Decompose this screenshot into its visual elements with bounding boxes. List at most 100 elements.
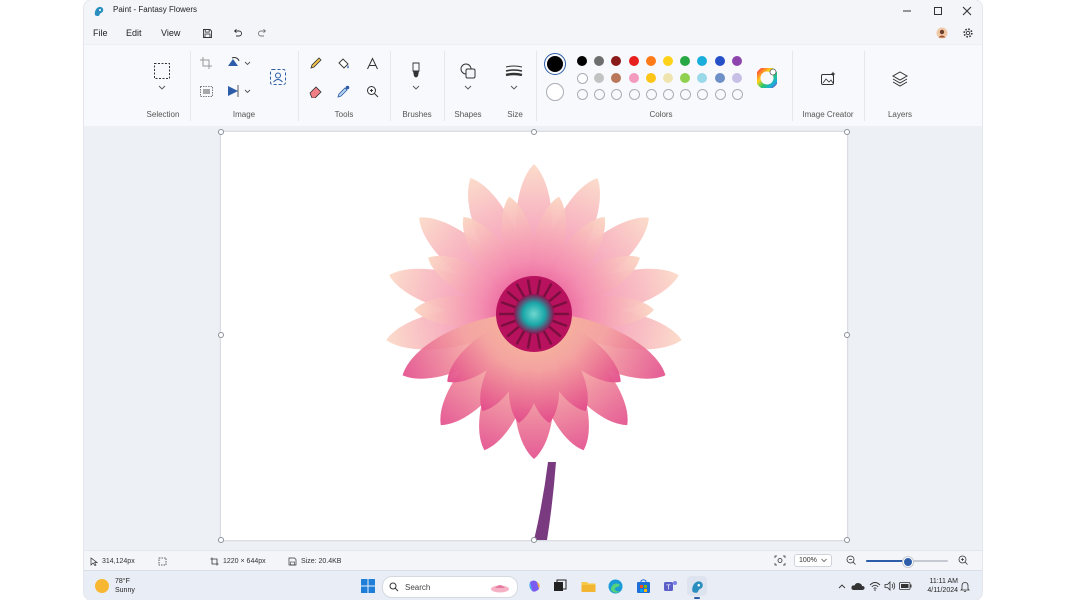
menu-edit[interactable]: Edit: [126, 28, 142, 38]
edge-button[interactable]: [605, 576, 625, 596]
onedrive-button[interactable]: [850, 576, 866, 596]
remove-background-button[interactable]: [268, 67, 288, 87]
custom-color-slot[interactable]: [577, 89, 588, 100]
maximize-button[interactable]: [923, 0, 953, 22]
crop-button[interactable]: [198, 55, 214, 71]
color-swatch[interactable]: [731, 56, 742, 66]
settings-button[interactable]: [960, 26, 976, 40]
color-swatch[interactable]: [645, 56, 656, 66]
custom-color-slot[interactable]: [663, 89, 674, 100]
battery-button[interactable]: [898, 576, 912, 596]
color-swatch[interactable]: [697, 56, 708, 66]
file-explorer-button[interactable]: [578, 576, 598, 596]
fill-tool[interactable]: [335, 55, 351, 71]
pencil-tool[interactable]: [307, 55, 323, 71]
selection-dropdown[interactable]: [156, 83, 168, 93]
zoom-in-button[interactable]: [958, 555, 968, 565]
menu-file[interactable]: File: [93, 28, 108, 38]
color-swatch[interactable]: [628, 56, 639, 66]
resize-handle[interactable]: [218, 332, 224, 338]
resize-handle[interactable]: [218, 537, 224, 543]
color-swatch[interactable]: [731, 73, 742, 83]
size-button[interactable]: [504, 61, 524, 81]
color-swatch[interactable]: [577, 73, 588, 84]
custom-color-slot[interactable]: [611, 89, 623, 100]
save-button[interactable]: [199, 26, 215, 40]
eraser-tool[interactable]: [307, 83, 323, 99]
size-dropdown[interactable]: [508, 83, 520, 93]
minimize-button[interactable]: [892, 0, 922, 22]
brushes-dropdown[interactable]: [410, 83, 422, 93]
resize-button[interactable]: [198, 83, 214, 99]
color-swatch[interactable]: [663, 56, 673, 66]
color-swatch[interactable]: [645, 73, 656, 83]
text-tool[interactable]: [364, 55, 380, 71]
color-swatch[interactable]: [680, 56, 691, 66]
image-creator-button[interactable]: [818, 69, 838, 89]
crop-icon: [200, 57, 212, 69]
color-swatch[interactable]: [714, 56, 725, 66]
taskbar-search[interactable]: Search: [382, 576, 518, 598]
custom-color-slot[interactable]: [697, 89, 709, 100]
color-swatch[interactable]: [594, 73, 605, 83]
system-clock[interactable]: 11:11 AM 4/11/2024: [918, 577, 958, 595]
store-button[interactable]: [633, 576, 653, 596]
custom-color-slot[interactable]: [628, 89, 640, 100]
zoom-out-button[interactable]: [846, 555, 856, 565]
layers-button[interactable]: [890, 69, 910, 89]
resize-handle[interactable]: [218, 129, 224, 135]
copilot-button[interactable]: [524, 576, 544, 596]
edit-colors-button[interactable]: [756, 67, 778, 89]
menu-view[interactable]: View: [161, 28, 180, 38]
magnifier-tool[interactable]: [364, 83, 380, 99]
zoom-slider[interactable]: [866, 557, 948, 567]
zoom-slider-thumb[interactable]: [903, 557, 913, 567]
start-button[interactable]: [358, 576, 378, 596]
resize-handle[interactable]: [844, 129, 850, 135]
color-swatch[interactable]: [697, 73, 708, 83]
color-swatch[interactable]: [577, 56, 587, 66]
color-swatch[interactable]: [594, 56, 605, 66]
wifi-button[interactable]: [868, 576, 882, 596]
color-swatch[interactable]: [714, 73, 725, 83]
color-swatch[interactable]: [663, 73, 673, 83]
flip-button[interactable]: [226, 83, 252, 99]
rotate-button[interactable]: [226, 55, 252, 71]
redo-button[interactable]: [254, 26, 270, 40]
primary-color-swatch[interactable]: [544, 53, 566, 75]
resize-handle[interactable]: [531, 129, 537, 135]
close-button[interactable]: [952, 0, 982, 22]
show-hidden-icons-button[interactable]: [836, 576, 848, 596]
custom-color-slot[interactable]: [645, 89, 657, 100]
weather-widget[interactable]: 78°F Sunny: [94, 577, 135, 595]
notifications-button[interactable]: [958, 576, 972, 596]
teams-button[interactable]: T: [660, 576, 680, 596]
brushes-button[interactable]: [406, 61, 426, 81]
chevron-down-icon: [821, 558, 827, 563]
resize-handle[interactable]: [844, 537, 850, 543]
custom-color-slot[interactable]: [594, 89, 606, 100]
secondary-color-swatch[interactable]: [546, 83, 564, 101]
profile-button[interactable]: [934, 26, 950, 40]
resize-handle[interactable]: [844, 332, 850, 338]
volume-button[interactable]: [883, 576, 897, 596]
canvas-workspace[interactable]: [84, 126, 982, 550]
undo-button[interactable]: [229, 26, 245, 40]
color-swatch[interactable]: [628, 73, 639, 83]
task-view-button[interactable]: [550, 576, 570, 596]
color-picker-tool[interactable]: [335, 83, 351, 99]
resize-handle[interactable]: [531, 537, 537, 543]
drawing-canvas[interactable]: [221, 132, 847, 540]
zoom-select[interactable]: 100%: [794, 554, 832, 567]
color-swatch[interactable]: [680, 73, 691, 83]
selection-tool-button[interactable]: [152, 61, 172, 81]
custom-color-slot[interactable]: [680, 89, 692, 100]
color-swatch[interactable]: [611, 73, 622, 83]
fit-to-window-button[interactable]: [774, 555, 786, 566]
color-swatch[interactable]: [611, 56, 622, 66]
paint-taskbar-button[interactable]: [687, 576, 707, 599]
shapes-dropdown[interactable]: [462, 83, 474, 93]
custom-color-slot[interactable]: [731, 89, 743, 100]
shapes-button[interactable]: [458, 61, 478, 81]
custom-color-slot[interactable]: [714, 89, 726, 100]
